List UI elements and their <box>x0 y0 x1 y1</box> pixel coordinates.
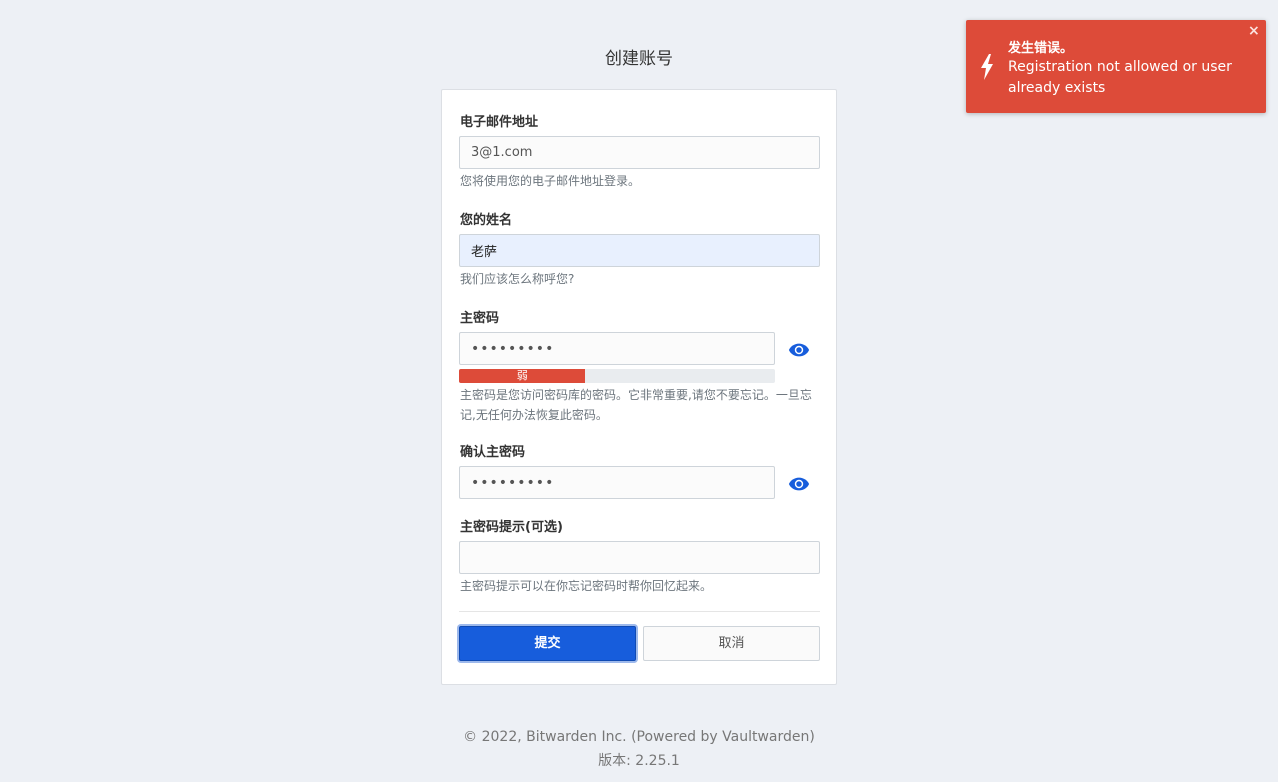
cancel-button[interactable]: 取消 <box>643 626 820 661</box>
eye-icon[interactable] <box>788 476 810 492</box>
toast-message: Registration not allowed or user already… <box>1008 59 1232 96</box>
password-strength-fill: 弱 <box>459 369 586 383</box>
email-input[interactable] <box>459 136 820 169</box>
master-password-label: 主密码 <box>460 311 500 326</box>
email-help: 您将使用您的电子邮件地址登录。 <box>460 174 641 188</box>
submit-button[interactable]: 提交 <box>459 626 636 661</box>
confirm-password-label: 确认主密码 <box>460 445 526 460</box>
eye-icon[interactable] <box>788 342 810 358</box>
password-hint-label: 主密码提示(可选) <box>460 520 563 535</box>
toast-title: 发生错误。 <box>1008 41 1074 56</box>
name-help: 我们应该怎么称呼您? <box>460 272 575 286</box>
lightning-icon <box>981 54 993 80</box>
master-password-input[interactable] <box>459 332 775 365</box>
register-form-card: 电子邮件地址 您将使用您的电子邮件地址登录。 您的姓名 我们应该怎么称呼您? 主… <box>441 89 837 685</box>
master-password-help: 主密码是您访问密码库的密码。它非常重要,请您不要忘记。一旦忘记,无任何办法恢复此… <box>460 388 812 422</box>
name-input[interactable] <box>459 234 820 267</box>
confirm-password-input[interactable] <box>459 466 775 499</box>
footer-version: 版本: 2.25.1 <box>598 753 680 769</box>
name-label: 您的姓名 <box>460 213 513 228</box>
form-divider <box>459 611 820 612</box>
email-label: 电子邮件地址 <box>460 115 539 130</box>
close-icon[interactable]: × <box>1248 23 1260 39</box>
password-hint-input[interactable] <box>459 541 820 574</box>
error-toast[interactable]: 发生错误。 Registration not allowed or user a… <box>966 20 1266 113</box>
password-hint-help: 主密码提示可以在你忘记密码时帮你回忆起来。 <box>460 579 713 593</box>
footer-copyright: © 2022, Bitwarden Inc. (Powered by Vault… <box>463 729 815 745</box>
password-strength-bar: 弱 <box>459 369 775 383</box>
